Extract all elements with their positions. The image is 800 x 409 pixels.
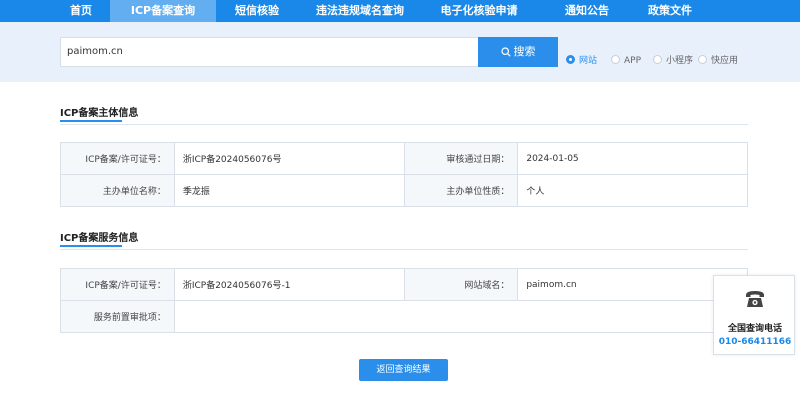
radio-label-app: APP — [624, 56, 642, 66]
value-pre-approval — [173, 300, 749, 333]
label-service-license: ICP备案/许可证号： — [60, 268, 175, 301]
phone-icon — [746, 291, 764, 307]
nav-item-policies[interactable]: 政策文件 — [633, 0, 707, 22]
back-to-results-button[interactable]: 返回查询结果 — [359, 359, 448, 381]
section-divider — [60, 124, 748, 125]
nav-item-icp-query[interactable]: ICP备案查询 — [110, 0, 216, 22]
nav-item-e-verify[interactable]: 电子化核验申请 — [424, 0, 534, 22]
label-icp-license: ICP备案/许可证号： — [60, 142, 175, 175]
radio-dot — [611, 55, 620, 64]
value-approval-date: 2024-01-05 — [517, 142, 748, 175]
nav-item-sms-verify[interactable]: 短信核验 — [218, 0, 296, 22]
table-row: ICP备案/许可证号： 浙ICP备2024056076号-1 网站域名： pai… — [60, 268, 748, 301]
search-area: paimom.cn 搜索 网站 APP 小程序 快应用 — [0, 22, 800, 82]
hotline-title: 全国查询电话 — [727, 324, 782, 334]
label-domain: 网站域名： — [403, 268, 519, 301]
service-section-title: ICP备案服务信息 — [60, 233, 139, 244]
service-info-table: ICP备案/许可证号： 浙ICP备2024056076号-1 网站域名： pai… — [60, 268, 749, 333]
section-accent-bar — [60, 245, 122, 247]
radio-miniprogram[interactable]: 小程序 — [653, 55, 693, 67]
section-accent-bar — [60, 120, 122, 122]
radio-website[interactable]: 网站 — [566, 55, 597, 67]
table-row: 服务前置审批项： — [60, 300, 749, 333]
label-organizer-type: 主办单位性质： — [403, 174, 519, 207]
radio-label-miniprogram: 小程序 — [666, 56, 694, 66]
value-organizer-name: 季龙振 — [173, 174, 405, 207]
nav-item-home[interactable]: 首页 — [52, 0, 110, 22]
radio-dot — [698, 55, 707, 64]
radio-app[interactable]: APP — [611, 55, 641, 67]
hotline-number: 010-66411166 — [718, 337, 792, 347]
table-row: 主办单位名称： 季龙振 主办单位性质： 个人 — [60, 174, 748, 207]
value-service-license: 浙ICP备2024056076号-1 — [173, 268, 405, 301]
value-icp-license: 浙ICP备2024056076号 — [173, 142, 405, 175]
value-organizer-type: 个人 — [517, 174, 748, 207]
radio-label-quickapp: 快应用 — [711, 56, 739, 66]
label-pre-approval: 服务前置审批项： — [60, 300, 175, 333]
nav-item-notices[interactable]: 通知公告 — [545, 0, 629, 22]
label-organizer-name: 主办单位名称： — [60, 174, 175, 207]
radio-dot — [653, 55, 662, 64]
top-nav: 首页 ICP备案查询 短信核验 违法违规域名查询 电子化核验申请 通知公告 政策… — [0, 0, 800, 22]
nav-item-illegal-domain[interactable]: 违法违规域名查询 — [300, 0, 420, 22]
subject-section-title: ICP备案主体信息 — [60, 108, 139, 119]
radio-label-website: 网站 — [579, 56, 598, 66]
search-icon — [500, 47, 511, 57]
radio-dot-selected — [566, 55, 575, 64]
section-divider — [60, 249, 748, 250]
radio-quickapp[interactable]: 快应用 — [698, 55, 738, 67]
label-approval-date: 审核通过日期： — [403, 142, 519, 175]
search-button-label: 搜索 — [513, 45, 536, 58]
search-button[interactable]: 搜索 — [478, 37, 558, 67]
subject-info-table: ICP备案/许可证号： 浙ICP备2024056076号 审核通过日期： 202… — [60, 142, 748, 207]
table-row: ICP备案/许可证号： 浙ICP备2024056076号 审核通过日期： 202… — [60, 142, 748, 175]
hotline-panel[interactable]: 全国查询电话 010-66411166 — [713, 275, 795, 355]
search-input[interactable]: paimom.cn — [60, 37, 478, 67]
